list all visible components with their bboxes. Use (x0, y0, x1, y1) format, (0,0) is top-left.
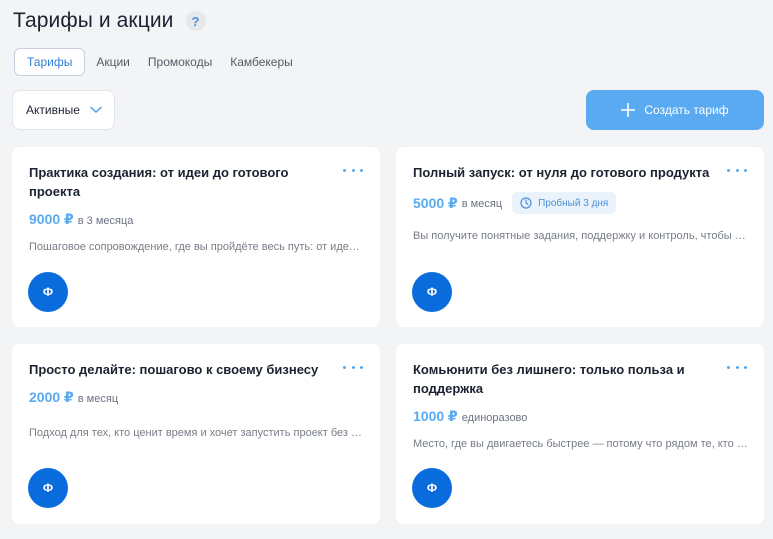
price-row: 9000 ₽ в 3 месяца (29, 211, 363, 228)
tariff-price: 9000 ₽ (29, 211, 74, 227)
tariff-card[interactable]: Практика создания: от идеи до готового п… (12, 147, 380, 327)
tariff-title: Практика создания: от идеи до готового п… (29, 165, 289, 199)
tab-promocodes[interactable]: Промокоды (143, 48, 217, 76)
avatar: Ф (412, 272, 452, 312)
avatar: Ф (28, 272, 68, 312)
status-filter-dropdown[interactable]: Активные (12, 90, 115, 130)
avatar: Ф (28, 468, 68, 508)
page-title: Тарифы и акции (13, 9, 174, 32)
tariff-description: Пошаговое сопровождение, где вы пройдёте… (29, 241, 365, 253)
avatar: Ф (412, 468, 452, 508)
price-row: 5000 ₽ в месяц Пробный 3 дня (413, 192, 747, 214)
tariff-title: Просто делайте: пошагово к своему бизнес… (29, 362, 319, 377)
tariff-card[interactable]: Комьюнити без лишнего: только польза и п… (396, 344, 764, 524)
tariff-price: 1000 ₽ (413, 408, 458, 424)
tab-tariffs[interactable]: Тарифы (14, 48, 86, 76)
tariff-period: в месяц (77, 392, 119, 405)
tariff-period: в 3 месяца (77, 214, 134, 227)
tab-comebackers[interactable]: Камбекеры (225, 48, 298, 76)
status-filter-value: Активные (26, 103, 80, 117)
trial-badge: Пробный 3 дня (512, 192, 617, 214)
clock-icon (520, 197, 532, 209)
tariff-period: в месяц (461, 198, 503, 210)
tariff-card[interactable]: Просто делайте: пошагово к своему бизнес… (12, 344, 380, 524)
tariff-price: 2000 ₽ (29, 389, 74, 405)
more-options-icon[interactable] (727, 362, 747, 372)
help-icon[interactable]: ? (185, 11, 206, 31)
tariff-card[interactable]: Полный запуск: от нуля до готового проду… (396, 147, 764, 327)
tariff-period: единоразово (461, 411, 528, 424)
more-options-icon[interactable] (727, 165, 747, 175)
trial-label: Пробный 3 дня (538, 197, 609, 209)
plus-icon (621, 103, 636, 117)
more-options-icon[interactable] (343, 165, 363, 175)
chevron-down-icon (90, 106, 102, 114)
tariff-description: Место, где вы двигаетесь быстрее — потом… (413, 438, 749, 450)
tariff-title: Полный запуск: от нуля до готового проду… (413, 165, 710, 180)
page-header: Тарифы и акции ? (13, 9, 206, 33)
price-row: 2000 ₽ в месяц (29, 389, 363, 406)
more-options-icon[interactable] (343, 362, 363, 372)
tariff-description: Вы получите понятные задания, поддержку … (413, 230, 749, 242)
create-tariff-button[interactable]: Создать тариф (586, 90, 764, 130)
create-tariff-label: Создать тариф (644, 103, 729, 117)
tariff-price: 5000 ₽ (413, 194, 458, 211)
price-row: 1000 ₽ единоразово (413, 408, 747, 425)
tabs: Тарифы Акции Промокоды Камбекеры (14, 48, 306, 76)
tariff-title: Комьюнити без лишнего: только польза и п… (413, 362, 685, 396)
tab-promotions[interactable]: Акции (91, 48, 135, 76)
tariff-description: Подход для тех, кто ценит время и хочет … (29, 427, 365, 439)
